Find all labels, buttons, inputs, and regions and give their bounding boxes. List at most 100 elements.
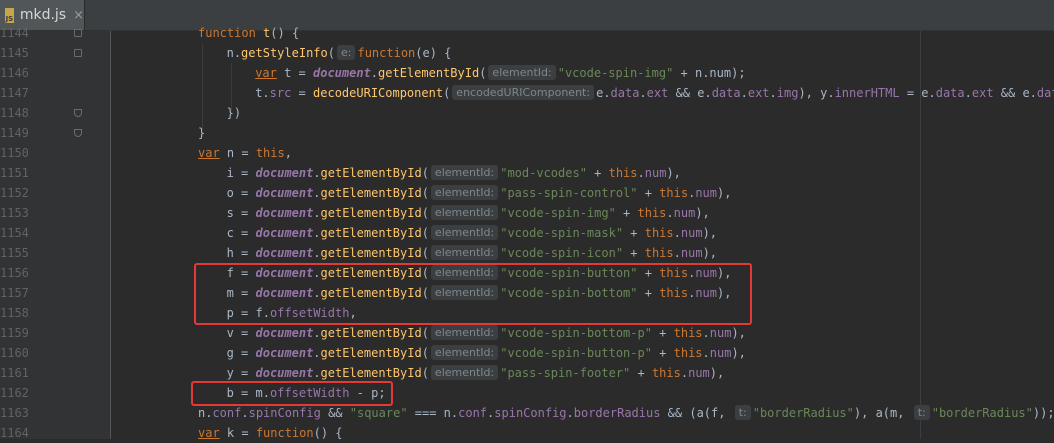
parameter-hint: t: (913, 405, 930, 420)
code-token: getElementById (320, 366, 422, 380)
code-line[interactable]: 1148}) (0, 103, 1054, 123)
code-line[interactable]: 1162 b = m.offsetWidth - p; (0, 383, 1054, 403)
code-token: data (935, 86, 965, 100)
code-line[interactable]: 1151 i = document.getElementById(elementI… (0, 163, 1054, 183)
line-number[interactable]: 1151 (0, 163, 29, 183)
code-line[interactable]: 1153 s = document.getElementById(elementI… (0, 203, 1054, 223)
line-number[interactable]: 1161 (0, 363, 29, 383)
code-token: t. (255, 86, 270, 100)
code-token: document (255, 186, 314, 200)
line-number[interactable]: 1164 (0, 423, 29, 443)
code-line[interactable]: 1146 var t = document.getElementById(elem… (0, 63, 1054, 83)
code-line[interactable]: 1152 o = document.getElementById(elementI… (0, 183, 1054, 203)
code-token: + (651, 326, 674, 340)
code-token: getElementById (378, 66, 480, 80)
close-icon[interactable]: × (73, 8, 84, 23)
code-token: + (623, 246, 645, 260)
line-number[interactable]: 1149 (0, 123, 29, 143)
line-number[interactable]: 1157 (0, 283, 29, 303)
code-token: . (313, 246, 321, 260)
line-number[interactable]: 1150 (0, 143, 29, 163)
code-token: && e. (668, 86, 712, 100)
code-text: c = document.getElementById(elementId: "v… (227, 223, 717, 243)
code-line[interactable]: 1161 y = document.getElementById(elementI… (0, 363, 1054, 383)
code-token: this (637, 206, 667, 220)
code-token: y = (226, 366, 256, 380)
line-number[interactable]: 1148 (0, 103, 29, 123)
line-number[interactable]: 1145 (0, 43, 29, 63)
code-token: i = (226, 166, 256, 180)
code-token: ( (421, 186, 429, 200)
code-token: ext (971, 86, 994, 100)
code-token: s = (226, 206, 256, 220)
code-token: this (644, 246, 674, 260)
parameter-hint: elementId: (430, 325, 499, 340)
code-token: ( (421, 206, 429, 220)
code-token: ( (421, 366, 429, 380)
line-number[interactable]: 1156 (0, 263, 29, 283)
line-number[interactable]: 1162 (0, 383, 29, 403)
line-number[interactable]: 1153 (0, 203, 29, 223)
code-token: document (255, 346, 314, 360)
fold-marker-icon[interactable] (74, 109, 82, 117)
code-token: document (255, 206, 314, 220)
fold-marker-icon[interactable] (74, 129, 82, 137)
code-token: . (639, 86, 647, 100)
line-number[interactable]: 1152 (0, 183, 29, 203)
code-token: + n.num); (673, 66, 746, 80)
code-token: ), (731, 346, 746, 360)
code-line[interactable]: 1149} (0, 123, 1054, 143)
line-number[interactable]: 1158 (0, 303, 29, 323)
code-token: . (241, 406, 249, 420)
indent-guide (202, 43, 203, 131)
code-token: data (711, 86, 741, 100)
code-token: "square" (349, 406, 408, 420)
code-token: "vcode-spin-mask" (500, 226, 624, 240)
code-token: getStyleInfo (241, 46, 328, 60)
code-token: var (198, 146, 220, 160)
line-number[interactable]: 1163 (0, 403, 29, 423)
code-token: . (740, 86, 748, 100)
code-token: src (269, 86, 292, 100)
line-number[interactable]: 1146 (0, 63, 29, 83)
code-token: this (673, 326, 703, 340)
code-token: n = (219, 146, 256, 160)
code-token: num (680, 246, 703, 260)
code-line[interactable]: 1145 n.getStyleInfo(e: function(e) { (0, 43, 1054, 63)
code-token: conf (458, 406, 488, 420)
code-line[interactable]: 1144 function t() { (0, 23, 1054, 43)
parameter-hint: elementId: (430, 345, 499, 360)
code-token: . (313, 186, 321, 200)
code-token: getElementById (320, 186, 422, 200)
line-number[interactable]: 1154 (0, 223, 29, 243)
code-token: ext (646, 86, 669, 100)
code-line[interactable]: 1155 h = document.getElementById(elementI… (0, 243, 1054, 263)
fold-marker-icon[interactable] (74, 29, 82, 37)
line-number[interactable]: 1147 (0, 83, 29, 103)
code-token: "pass-spin-footer" (500, 366, 631, 380)
line-number[interactable]: 1155 (0, 243, 29, 263)
code-token: var (255, 66, 277, 80)
code-line[interactable]: 1154 c = document.getElementById(elementI… (0, 223, 1054, 243)
code-token: "vcode-spin-button-p" (500, 346, 652, 360)
code-line[interactable]: 1159 v = document.getElementById(elementI… (0, 323, 1054, 343)
code-line[interactable]: 1164 var k = function() { (0, 423, 1054, 443)
code-line[interactable]: 1160 g = document.getElementById(elementI… (0, 343, 1054, 363)
line-number[interactable]: 1160 (0, 343, 29, 363)
code-token: h = (226, 246, 256, 260)
code-token: && (a(f, (660, 406, 733, 420)
line-number[interactable]: 1159 (0, 323, 29, 343)
code-line[interactable]: 1147 t.src = decodeURIComponent(encodedUR… (0, 83, 1054, 103)
code-token: . (313, 366, 321, 380)
code-token: ), a(m, (853, 406, 912, 420)
parameter-hint: elementId: (430, 365, 499, 380)
code-line[interactable]: 1150 var n = this, (0, 143, 1054, 163)
code-line[interactable]: 1163 n.conf.spinConfig && "square" === n.… (0, 403, 1054, 423)
fold-marker-icon[interactable] (74, 49, 82, 57)
line-number[interactable]: 1144 (0, 23, 29, 43)
code-token: "vcode-spin-img" (557, 66, 674, 80)
code-token: innerHTML (834, 86, 900, 100)
code-text: var t = document.getElementById(elementI… (255, 63, 746, 83)
code-token: ), (702, 226, 718, 240)
code-token: document (255, 166, 314, 180)
